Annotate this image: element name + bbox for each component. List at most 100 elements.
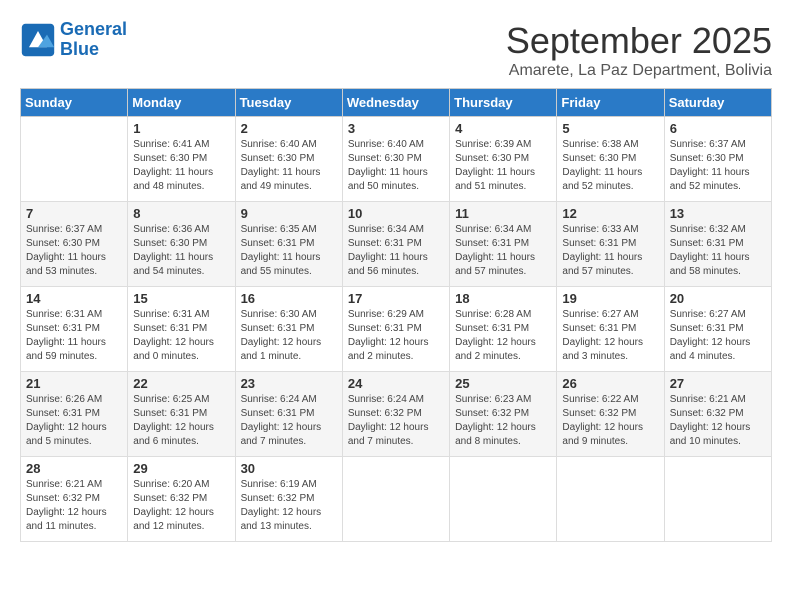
day-number: 18	[455, 291, 551, 306]
logo: General Blue	[20, 20, 127, 60]
day-number: 28	[26, 461, 122, 476]
calendar-cell: 11Sunrise: 6:34 AM Sunset: 6:31 PM Dayli…	[450, 202, 557, 287]
calendar-cell	[21, 117, 128, 202]
day-info: Sunrise: 6:34 AM Sunset: 6:31 PM Dayligh…	[348, 223, 444, 279]
day-number: 9	[241, 206, 337, 221]
calendar-cell: 9Sunrise: 6:35 AM Sunset: 6:31 PM Daylig…	[235, 202, 342, 287]
day-info: Sunrise: 6:38 AM Sunset: 6:30 PM Dayligh…	[562, 138, 658, 194]
calendar-cell: 26 Sunrise: 6:22 AM Sunset: 6:32 PM Dayli…	[557, 372, 664, 457]
day-info: Sunrise: 6:24 AM Sunset: 6:32 PM Dayligh…	[348, 393, 444, 449]
calendar-cell: 6 Sunrise: 6:37 AM Sunset: 6:30 PM Daylig…	[664, 117, 771, 202]
week-row-5: 28 Sunrise: 6:21 AM Sunset: 6:32 PM Dayli…	[21, 457, 772, 542]
day-info: Sunrise: 6:22 AM Sunset: 6:32 PM Dayligh…	[562, 393, 658, 449]
day-number: 23	[241, 376, 337, 391]
day-number: 25	[455, 376, 551, 391]
title-block: September 2025 Amarete, La Paz Departmen…	[506, 20, 772, 80]
day-info: Sunrise: 6:28 AM Sunset: 6:31 PM Dayligh…	[455, 308, 551, 364]
header-row: Sunday Monday Tuesday Wednesday Thursday…	[21, 89, 772, 117]
calendar-cell: 28 Sunrise: 6:21 AM Sunset: 6:32 PM Dayli…	[21, 457, 128, 542]
day-info: Sunrise: 6:20 AM Sunset: 6:32 PM Dayligh…	[133, 478, 229, 534]
day-number: 16	[241, 291, 337, 306]
calendar-cell: 13 Sunrise: 6:32 AM Sunset: 6:31 PM Dayli…	[664, 202, 771, 287]
calendar-cell: 22Sunrise: 6:25 AM Sunset: 6:31 PM Dayli…	[128, 372, 235, 457]
day-info: Sunrise: 6:32 AM Sunset: 6:31 PM Dayligh…	[670, 223, 766, 279]
location-subtitle: Amarete, La Paz Department, Bolivia	[506, 62, 772, 80]
col-monday: Monday	[128, 89, 235, 117]
col-wednesday: Wednesday	[342, 89, 449, 117]
day-number: 12	[562, 206, 658, 221]
day-info: Sunrise: 6:30 AM Sunset: 6:31 PM Dayligh…	[241, 308, 337, 364]
day-info: Sunrise: 6:37 AM Sunset: 6:30 PM Dayligh…	[670, 138, 766, 194]
week-row-4: 21 Sunrise: 6:26 AM Sunset: 6:31 PM Dayli…	[21, 372, 772, 457]
day-info: Sunrise: 6:21 AM Sunset: 6:32 PM Dayligh…	[26, 478, 122, 534]
calendar-cell	[342, 457, 449, 542]
day-number: 26	[562, 376, 658, 391]
day-number: 8	[133, 206, 229, 221]
calendar-cell: 21 Sunrise: 6:26 AM Sunset: 6:31 PM Dayli…	[21, 372, 128, 457]
day-number: 5	[562, 121, 658, 136]
logo-line2: Blue	[60, 39, 99, 59]
calendar-cell: 10 Sunrise: 6:34 AM Sunset: 6:31 PM Dayli…	[342, 202, 449, 287]
day-info: Sunrise: 6:36 AM Sunset: 6:30 PM Dayligh…	[133, 223, 229, 279]
day-number: 19	[562, 291, 658, 306]
calendar-body: 1Sunrise: 6:41 AM Sunset: 6:30 PM Daylig…	[21, 117, 772, 542]
month-title: September 2025	[506, 20, 772, 62]
day-info: Sunrise: 6:31 AM Sunset: 6:31 PM Dayligh…	[26, 308, 122, 364]
calendar-cell: 18 Sunrise: 6:28 AM Sunset: 6:31 PM Dayli…	[450, 287, 557, 372]
page-header: General Blue September 2025 Amarete, La …	[20, 20, 772, 80]
day-info: Sunrise: 6:27 AM Sunset: 6:31 PM Dayligh…	[562, 308, 658, 364]
week-row-2: 7 Sunrise: 6:37 AM Sunset: 6:30 PM Daylig…	[21, 202, 772, 287]
calendar-cell: 27 Sunrise: 6:21 AM Sunset: 6:32 PM Dayli…	[664, 372, 771, 457]
calendar-cell: 25 Sunrise: 6:23 AM Sunset: 6:32 PM Dayli…	[450, 372, 557, 457]
day-number: 3	[348, 121, 444, 136]
day-number: 22	[133, 376, 229, 391]
calendar-cell: 12 Sunrise: 6:33 AM Sunset: 6:31 PM Dayli…	[557, 202, 664, 287]
calendar-cell: 17Sunrise: 6:29 AM Sunset: 6:31 PM Dayli…	[342, 287, 449, 372]
day-number: 1	[133, 121, 229, 136]
day-number: 4	[455, 121, 551, 136]
day-info: Sunrise: 6:29 AM Sunset: 6:31 PM Dayligh…	[348, 308, 444, 364]
day-info: Sunrise: 6:21 AM Sunset: 6:32 PM Dayligh…	[670, 393, 766, 449]
day-number: 27	[670, 376, 766, 391]
calendar-cell: 1Sunrise: 6:41 AM Sunset: 6:30 PM Daylig…	[128, 117, 235, 202]
day-info: Sunrise: 6:23 AM Sunset: 6:32 PM Dayligh…	[455, 393, 551, 449]
day-number: 2	[241, 121, 337, 136]
calendar-cell: 4Sunrise: 6:39 AM Sunset: 6:30 PM Daylig…	[450, 117, 557, 202]
day-info: Sunrise: 6:33 AM Sunset: 6:31 PM Dayligh…	[562, 223, 658, 279]
col-saturday: Saturday	[664, 89, 771, 117]
calendar-cell: 14 Sunrise: 6:31 AM Sunset: 6:31 PM Dayli…	[21, 287, 128, 372]
day-number: 21	[26, 376, 122, 391]
day-number: 20	[670, 291, 766, 306]
day-info: Sunrise: 6:40 AM Sunset: 6:30 PM Dayligh…	[241, 138, 337, 194]
calendar-cell: 24Sunrise: 6:24 AM Sunset: 6:32 PM Dayli…	[342, 372, 449, 457]
calendar-cell: 8 Sunrise: 6:36 AM Sunset: 6:30 PM Daylig…	[128, 202, 235, 287]
calendar-cell	[450, 457, 557, 542]
calendar-cell: 19 Sunrise: 6:27 AM Sunset: 6:31 PM Dayli…	[557, 287, 664, 372]
day-info: Sunrise: 6:31 AM Sunset: 6:31 PM Dayligh…	[133, 308, 229, 364]
logo-icon	[20, 22, 56, 58]
calendar-cell: 16 Sunrise: 6:30 AM Sunset: 6:31 PM Dayli…	[235, 287, 342, 372]
day-number: 7	[26, 206, 122, 221]
day-info: Sunrise: 6:19 AM Sunset: 6:32 PM Dayligh…	[241, 478, 337, 534]
day-number: 13	[670, 206, 766, 221]
calendar-table: Sunday Monday Tuesday Wednesday Thursday…	[20, 88, 772, 542]
day-number: 14	[26, 291, 122, 306]
calendar-cell: 5 Sunrise: 6:38 AM Sunset: 6:30 PM Daylig…	[557, 117, 664, 202]
calendar-cell: 20Sunrise: 6:27 AM Sunset: 6:31 PM Dayli…	[664, 287, 771, 372]
day-number: 29	[133, 461, 229, 476]
calendar-cell: 23 Sunrise: 6:24 AM Sunset: 6:31 PM Dayli…	[235, 372, 342, 457]
col-tuesday: Tuesday	[235, 89, 342, 117]
calendar-cell: 3Sunrise: 6:40 AM Sunset: 6:30 PM Daylig…	[342, 117, 449, 202]
day-number: 10	[348, 206, 444, 221]
day-number: 6	[670, 121, 766, 136]
calendar-cell: 2 Sunrise: 6:40 AM Sunset: 6:30 PM Daylig…	[235, 117, 342, 202]
day-info: Sunrise: 6:37 AM Sunset: 6:30 PM Dayligh…	[26, 223, 122, 279]
week-row-1: 1Sunrise: 6:41 AM Sunset: 6:30 PM Daylig…	[21, 117, 772, 202]
day-info: Sunrise: 6:26 AM Sunset: 6:31 PM Dayligh…	[26, 393, 122, 449]
calendar-cell: 15Sunrise: 6:31 AM Sunset: 6:31 PM Dayli…	[128, 287, 235, 372]
calendar-cell	[557, 457, 664, 542]
calendar-cell: 7 Sunrise: 6:37 AM Sunset: 6:30 PM Daylig…	[21, 202, 128, 287]
day-info: Sunrise: 6:24 AM Sunset: 6:31 PM Dayligh…	[241, 393, 337, 449]
logo-line1: General	[60, 19, 127, 39]
calendar-cell	[664, 457, 771, 542]
